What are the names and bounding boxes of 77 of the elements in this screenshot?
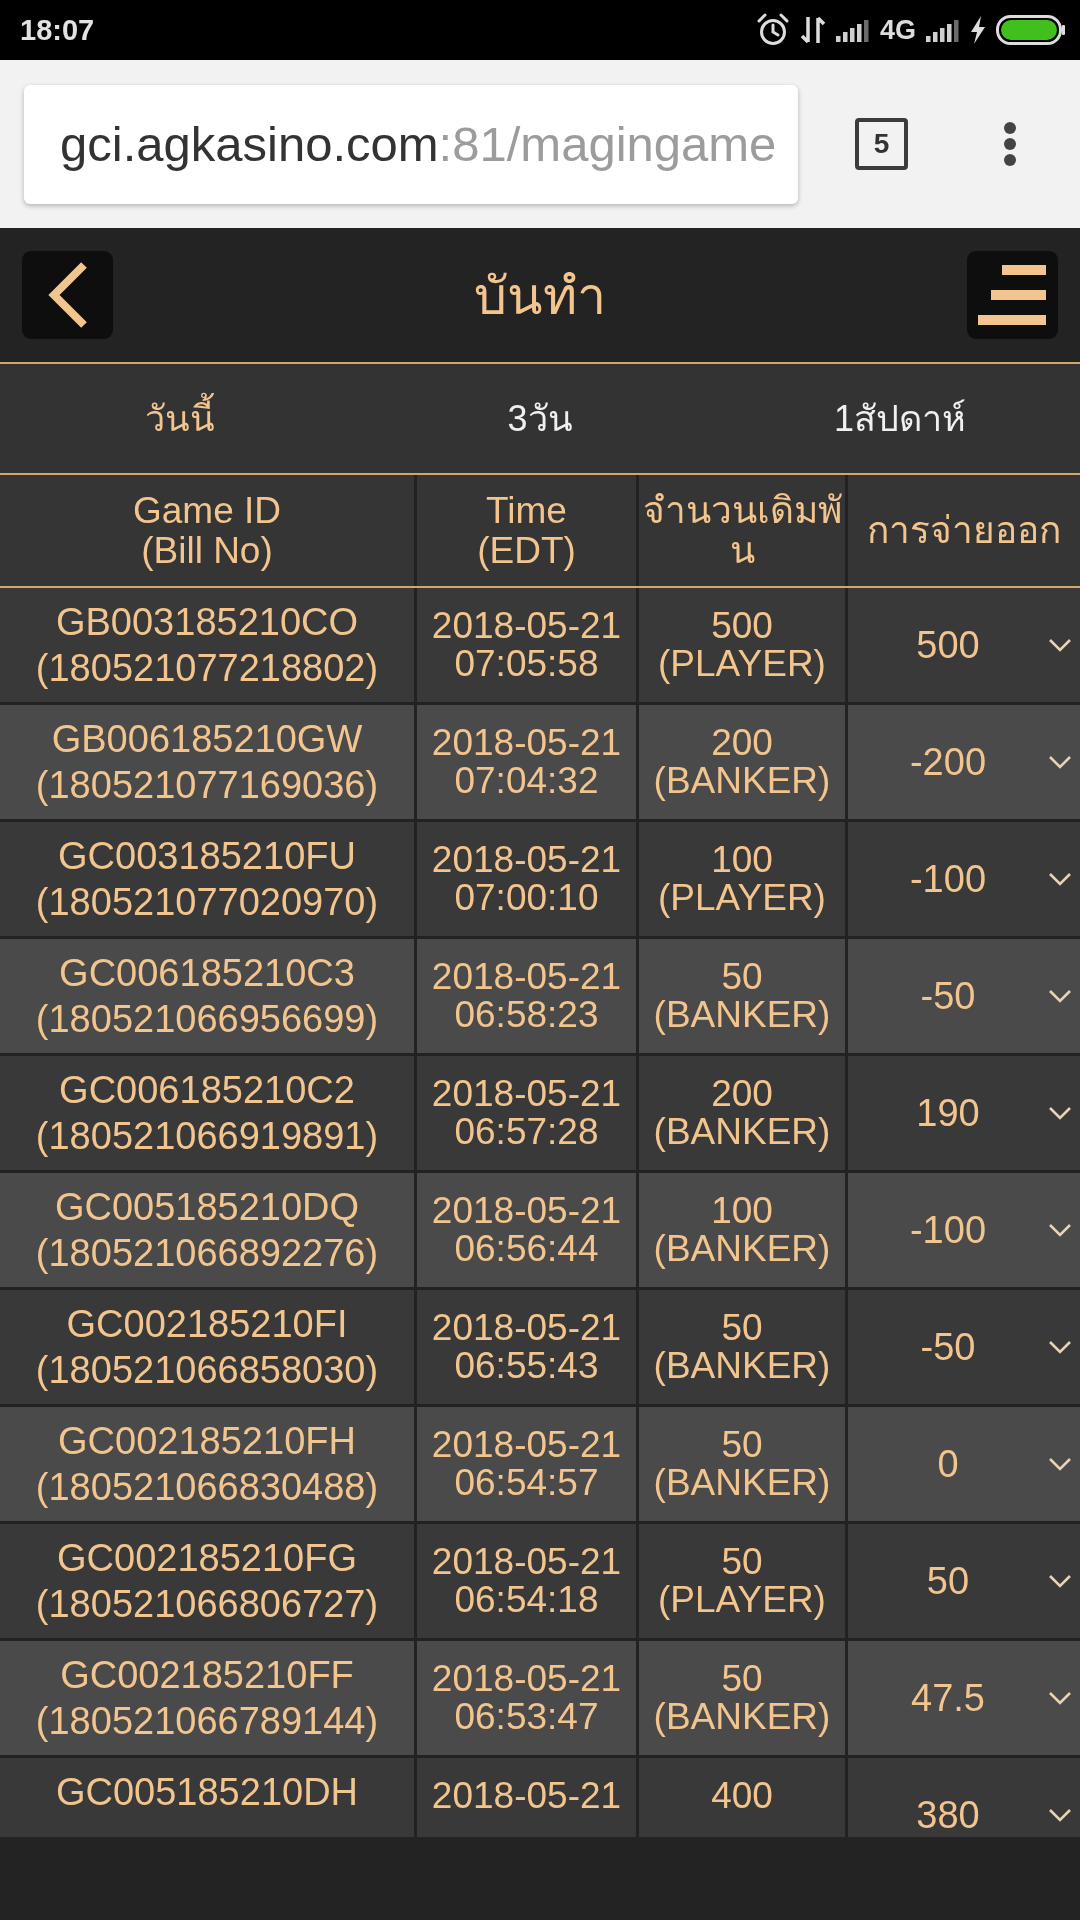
table-cell: 2018-05-21 06:58:23 xyxy=(417,939,636,1053)
payout-amount: 47.5 xyxy=(910,1676,986,1720)
table-cell: GC002185210FH (180521066830488) xyxy=(0,1407,414,1521)
table-cell: 50 (BANKER) xyxy=(639,1290,845,1404)
period-tab[interactable]: วันนี้ xyxy=(0,364,360,473)
table-cell: 400 xyxy=(639,1758,845,1837)
table-cell: 2018-05-21 06:53:47 xyxy=(417,1641,636,1755)
table-cell: 2018-05-21 07:04:32 xyxy=(417,705,636,819)
column-header: Time (EDT) xyxy=(417,475,636,586)
chevron-down-icon[interactable] xyxy=(1048,755,1072,769)
chevron-down-icon[interactable] xyxy=(1048,989,1072,1003)
table-cell: 500 (PLAYER) xyxy=(639,588,845,702)
table-cell: 200 (BANKER) xyxy=(639,705,845,819)
signal-icon xyxy=(835,18,870,42)
payout-amount: -200 xyxy=(908,740,988,784)
chevron-down-icon[interactable] xyxy=(1048,1457,1072,1471)
table-cell: 50 (BANKER) xyxy=(639,1641,845,1755)
url-field[interactable]: gci.agkasino.com:81/magingame xyxy=(24,84,798,204)
table-cell: GC005185210DQ (180521066892276) xyxy=(0,1173,414,1287)
column-header: Game ID (Bill No) xyxy=(0,475,414,586)
table-cell: 50 (BANKER) xyxy=(639,939,845,1053)
table-cell: 2018-05-21 06:57:28 xyxy=(417,1056,636,1170)
chevron-down-icon[interactable] xyxy=(1048,1808,1072,1822)
clock-time: 18:07 xyxy=(20,13,95,47)
charging-bolt-icon xyxy=(970,16,986,44)
menu-icon xyxy=(977,265,1048,325)
table-cell: GC002185210FG (180521066806727) xyxy=(0,1524,414,1638)
table-cell: 50 (BANKER) xyxy=(639,1407,845,1521)
back-button[interactable] xyxy=(22,251,113,339)
table-cell: 200 (BANKER) xyxy=(639,1056,845,1170)
more-menu-icon[interactable] xyxy=(1003,121,1017,167)
table-cell: GC006185210C2 (180521066919891) xyxy=(0,1056,414,1170)
page-title: บันทำ xyxy=(474,265,606,327)
payout-amount: -100 xyxy=(908,1208,988,1252)
payout-amount: 380 xyxy=(915,1793,981,1837)
payout-amount: -50 xyxy=(919,974,977,1018)
tab-count-button[interactable]: 5 xyxy=(855,118,908,170)
table-cell: 100 (PLAYER) xyxy=(639,822,845,936)
table-cell: GC006185210C3 (180521066956699) xyxy=(0,939,414,1053)
payout-amount: 190 xyxy=(915,1091,981,1135)
menu-button[interactable] xyxy=(967,251,1058,339)
column-header: การจ่ายออก xyxy=(848,475,1080,586)
period-tab[interactable]: 3วัน xyxy=(360,364,720,473)
table-cell: 2018-05-21 06:55:43 xyxy=(417,1290,636,1404)
table-cell: 2018-05-21 06:54:57 xyxy=(417,1407,636,1521)
table-cell: GC003185210FU (180521077020970) xyxy=(0,822,414,936)
table-cell: GC002185210FI (180521066858030) xyxy=(0,1290,414,1404)
chevron-down-icon[interactable] xyxy=(1048,1574,1072,1588)
table-cell: 2018-05-21 06:56:44 xyxy=(417,1173,636,1287)
chevron-down-icon[interactable] xyxy=(1048,638,1072,652)
column-header: จำนวนเดิมพัน xyxy=(639,475,845,586)
chevron-down-icon[interactable] xyxy=(1048,1691,1072,1705)
payout-amount: 50 xyxy=(925,1559,971,1603)
battery-icon xyxy=(996,15,1066,45)
table-cell: 2018-05-21 07:05:58 xyxy=(417,588,636,702)
table-cell: GC005185210DH xyxy=(0,1758,414,1837)
signal-icon xyxy=(926,18,960,42)
chevron-down-icon[interactable] xyxy=(1048,1106,1072,1120)
chevron-down-icon[interactable] xyxy=(1048,1340,1072,1354)
table-cell: GB003185210CO (180521077218802) xyxy=(0,588,414,702)
period-tab[interactable]: 1สัปดาห์ xyxy=(720,364,1080,473)
table-cell: 2018-05-21 07:00:10 xyxy=(417,822,636,936)
payout-amount: -100 xyxy=(908,857,988,901)
alarm-clock-icon xyxy=(755,13,790,47)
table-cell: 100 (BANKER) xyxy=(639,1173,845,1287)
table-cell: GC002185210FF (180521066789144) xyxy=(0,1641,414,1755)
chevron-down-icon[interactable] xyxy=(1048,872,1072,886)
payout-amount: 0 xyxy=(936,1442,960,1486)
payout-amount: 500 xyxy=(915,623,981,667)
table-cell: GB006185210GW (180521077169036) xyxy=(0,705,414,819)
data-transfer-icon xyxy=(799,15,826,45)
network-type: 4G xyxy=(879,14,916,46)
table-cell: 2018-05-21 06:54:18 xyxy=(417,1524,636,1638)
chevron-down-icon[interactable] xyxy=(1048,1223,1072,1237)
payout-amount: -50 xyxy=(919,1325,977,1369)
table-cell: 2018-05-21 xyxy=(417,1758,636,1837)
table-cell: 50 (PLAYER) xyxy=(639,1524,845,1638)
